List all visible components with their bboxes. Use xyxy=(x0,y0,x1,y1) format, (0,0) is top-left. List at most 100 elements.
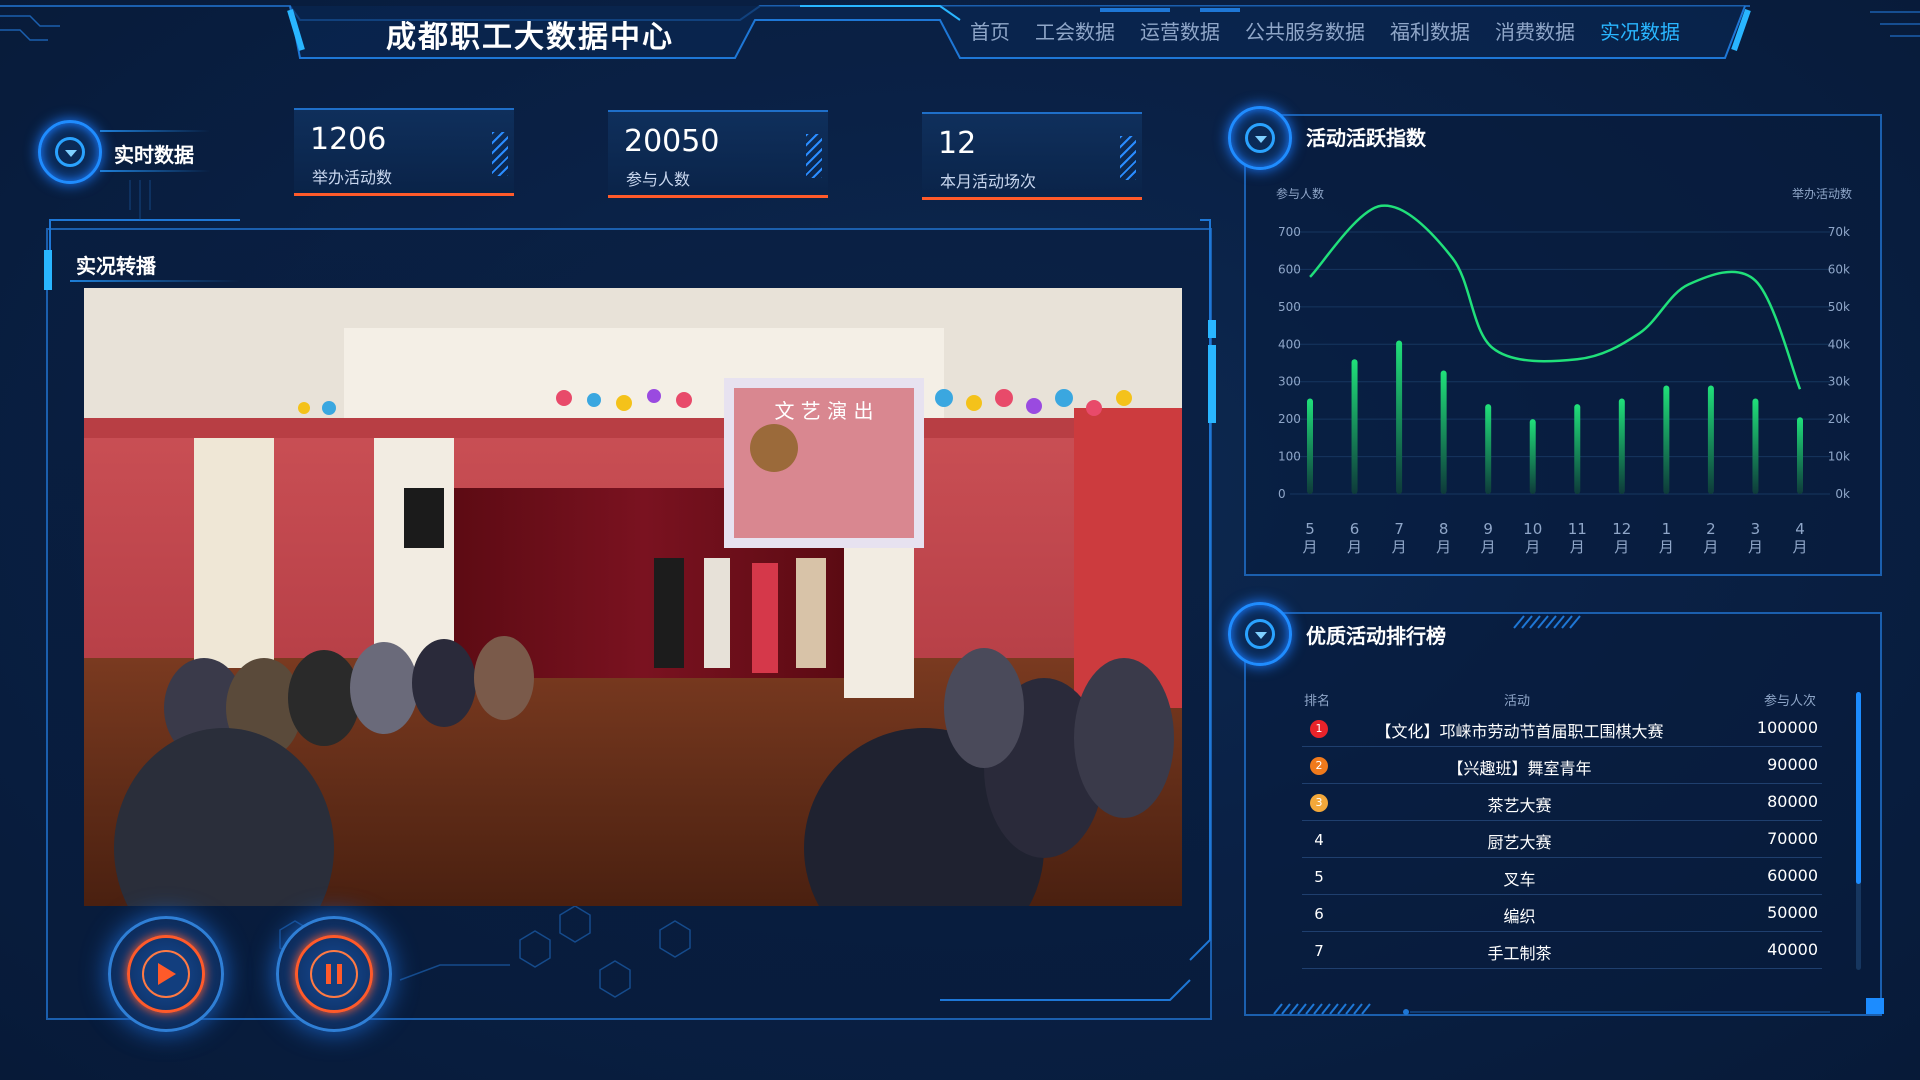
chart-x-tick: 12 xyxy=(1612,520,1631,538)
chart-grid xyxy=(1290,231,1830,495)
nav-consumption-data[interactable]: 消费数据 xyxy=(1495,16,1575,45)
ranking-row[interactable]: 3 茶艺大赛 80000 xyxy=(1302,784,1822,821)
rank-col-count: 参与人次 xyxy=(1764,694,1817,709)
chart-bar xyxy=(1707,385,1714,494)
nav-union-data[interactable]: 工会数据 xyxy=(1035,16,1115,45)
rank-number: 4 xyxy=(1314,831,1324,849)
chart-ylabel-left: 参与人数 xyxy=(1276,186,1324,201)
nav-operations-data[interactable]: 运营数据 xyxy=(1140,16,1220,45)
chart-x-tick-unit: 月 xyxy=(1703,538,1718,556)
activity-section-title: 活动活跃指数 xyxy=(1306,126,1426,150)
chart-line-series xyxy=(1309,204,1802,390)
ranking-row[interactable]: 6 编织 50000 xyxy=(1302,895,1822,932)
rank-number: 6 xyxy=(1314,905,1324,923)
chart-y-tick-right: 60k xyxy=(1828,262,1850,276)
ranking-row[interactable]: 7 手工制茶 40000 xyxy=(1302,932,1822,969)
rank-activity-name: 【兴趣班】舞室青年 xyxy=(1447,759,1592,778)
chart-y-tick-right: 50k xyxy=(1828,300,1850,314)
ranking-scrollbar-thumb[interactable] xyxy=(1856,692,1861,884)
chart-bar xyxy=(1529,419,1536,494)
chart-x-tick-unit: 月 xyxy=(1347,538,1362,556)
rank-activity-name: 叉车 xyxy=(1503,870,1536,889)
rank-participant-count: 70000 xyxy=(1767,829,1818,848)
rank-activity-name: 手工制茶 xyxy=(1487,944,1552,963)
rank-number: 5 xyxy=(1314,868,1324,886)
chart-bar xyxy=(1440,370,1447,494)
chart-y-tick-right: 40k xyxy=(1828,337,1850,351)
live-video-frame-image: 文 艺 演 出 xyxy=(84,288,1182,906)
nav-live-data[interactable]: 实况数据 xyxy=(1600,16,1680,45)
realtime-section-title: 实时数据 xyxy=(114,143,194,167)
rank-activity-name: 厨艺大赛 xyxy=(1487,833,1552,852)
rank-participant-count: 80000 xyxy=(1767,792,1818,811)
play-button[interactable] xyxy=(108,916,224,1032)
chart-x-tick-unit: 月 xyxy=(1748,538,1763,556)
rank-col-rank: 排名 xyxy=(1304,694,1331,709)
chart-x-tick: 1 xyxy=(1662,520,1672,538)
chart-x-tick-unit: 月 xyxy=(1570,538,1585,556)
chart-y-tick-right: 0k xyxy=(1835,487,1850,501)
chart-bars xyxy=(1307,340,1803,494)
app-title: 成都职工大数据中心 xyxy=(386,20,674,55)
ranking-row[interactable]: 2 【兴趣班】舞室青年 90000 xyxy=(1302,747,1822,784)
chart-x-tick: 2 xyxy=(1706,520,1716,538)
chart-y-tick-left: 500 xyxy=(1278,300,1301,314)
live-video[interactable]: 文 艺 演 出 xyxy=(84,288,1182,906)
hatch-decoration xyxy=(806,134,822,178)
chart-x-tick-unit: 月 xyxy=(1302,538,1317,556)
chart-y-tick-left: 700 xyxy=(1278,225,1301,239)
realtime-section-line xyxy=(100,130,210,132)
stat-value-activities: 1206 xyxy=(310,122,387,157)
ranking-footer-decoration xyxy=(1273,998,1884,1015)
main-nav: 首页 工会数据 运营数据 公共服务数据 福利数据 消费数据 实况数据 xyxy=(970,16,1705,45)
chart-x-tick: 9 xyxy=(1483,520,1493,538)
header-bar: 成都职工大数据中心 首页 工会数据 运营数据 公共服务数据 福利数据 消费数据 … xyxy=(0,0,1920,62)
activity-section-icon xyxy=(1228,106,1292,170)
chart-bar xyxy=(1485,404,1492,494)
rank-badge: 1 xyxy=(1310,720,1328,738)
chart-x-tick: 3 xyxy=(1751,520,1761,538)
hatch-decoration xyxy=(492,132,508,176)
chart-bar xyxy=(1663,385,1670,494)
chart-x-tick: 6 xyxy=(1350,520,1360,538)
chart-bar xyxy=(1752,398,1759,494)
chart-x-tick: 7 xyxy=(1394,520,1404,538)
chart-y-tick-right: 30k xyxy=(1828,375,1850,389)
stat-value-participants: 20050 xyxy=(624,124,720,159)
live-section-underline xyxy=(70,280,240,282)
pause-icon xyxy=(326,964,342,984)
nav-public-service-data[interactable]: 公共服务数据 xyxy=(1245,16,1365,45)
chart-y-tick-left: 0 xyxy=(1278,487,1286,501)
chart-y-tick-left: 300 xyxy=(1278,375,1301,389)
ranking-row[interactable]: 4 厨艺大赛 70000 xyxy=(1302,821,1822,858)
ranking-row[interactable]: 1 【文化】邛崃市劳动节首届职工围棋大赛 100000 xyxy=(1302,710,1822,747)
chart-y-tick-left: 100 xyxy=(1278,450,1301,464)
nav-home[interactable]: 首页 xyxy=(970,16,1010,45)
chart-x-tick-unit: 月 xyxy=(1659,538,1674,556)
chart-bar xyxy=(1351,359,1358,494)
rank-participant-count: 90000 xyxy=(1767,755,1818,774)
chart-y-tick-right: 20k xyxy=(1828,412,1850,426)
rank-participant-count: 50000 xyxy=(1767,903,1818,922)
pause-button[interactable] xyxy=(276,916,392,1032)
rank-badge: 2 xyxy=(1310,757,1328,775)
chart-x-tick: 8 xyxy=(1439,520,1449,538)
chart-y-ticks-left: 0 100 200 300 400 500 600 700 xyxy=(1278,225,1301,501)
chart-bar xyxy=(1574,404,1581,494)
rank-participant-count: 100000 xyxy=(1756,718,1818,737)
ranking-header-decoration xyxy=(1513,615,1581,629)
chart-y-tick-right: 10k xyxy=(1828,450,1850,464)
chart-bar xyxy=(1618,398,1625,494)
chart-x-tick: 11 xyxy=(1568,520,1587,538)
ranking-section-title: 优质活动排行榜 xyxy=(1306,624,1446,648)
chart-x-tick-unit: 月 xyxy=(1392,538,1407,556)
chart-x-tick-unit: 月 xyxy=(1525,538,1540,556)
chart-x-tick: 4 xyxy=(1795,520,1805,538)
nav-welfare-data[interactable]: 福利数据 xyxy=(1390,16,1470,45)
chart-y-tick-left: 600 xyxy=(1278,262,1301,276)
realtime-section-icon xyxy=(38,120,102,184)
chart-y-tick-left: 200 xyxy=(1278,412,1301,426)
ranking-row[interactable]: 5 叉车 60000 xyxy=(1302,858,1822,895)
chart-x-tick-unit: 月 xyxy=(1792,538,1807,556)
chart-x-tick-unit: 月 xyxy=(1436,538,1451,556)
